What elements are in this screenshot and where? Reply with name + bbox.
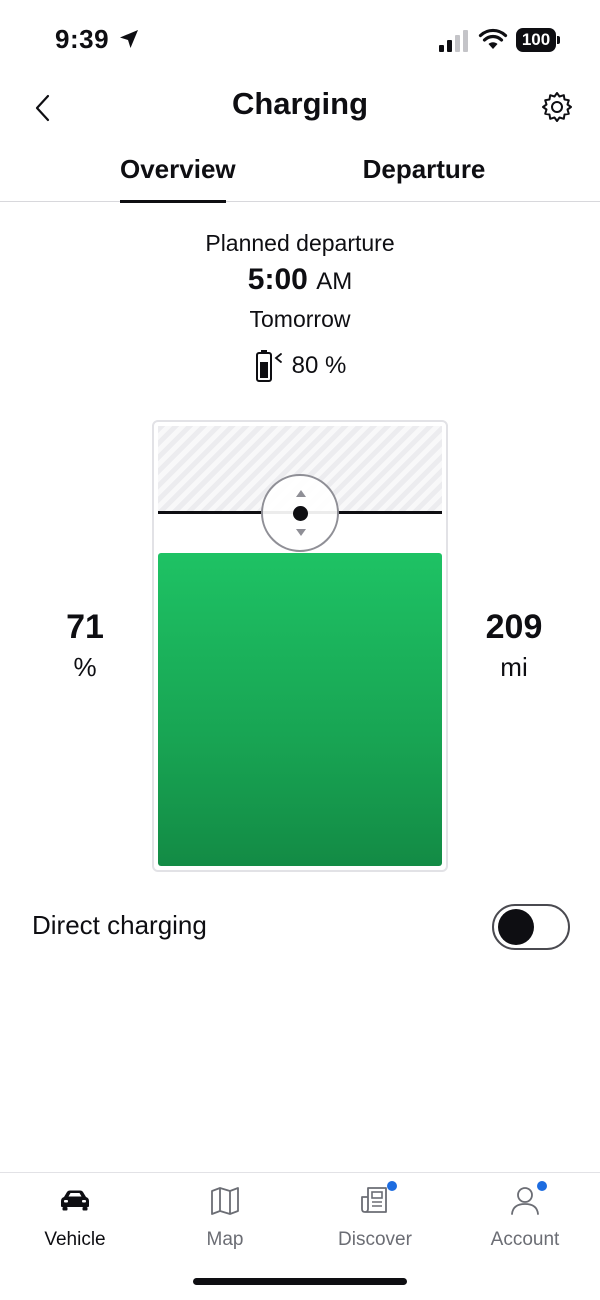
nav-label-map: Map [206, 1229, 244, 1250]
nav-item-vehicle[interactable]: Vehicle [0, 1183, 150, 1263]
nav-item-map[interactable]: Map [150, 1183, 300, 1263]
tab-overview[interactable]: Overview [120, 154, 236, 203]
battery-icon: 100 [516, 28, 560, 52]
cellular-signal-icon [439, 30, 468, 52]
departure-time-ampm: AM [316, 268, 353, 295]
person-icon [507, 1181, 547, 1219]
arrow-up-icon [296, 490, 306, 497]
state-of-charge-unit: % [73, 652, 97, 682]
range-readout: 209 mi [464, 604, 564, 684]
gear-icon[interactable] [540, 90, 574, 124]
nav-label-discover: Discover [338, 1229, 412, 1250]
arrow-down-icon [296, 529, 306, 536]
discover-badge [387, 1181, 397, 1191]
status-bar: 9:39 100 [0, 0, 600, 80]
account-badge [537, 1181, 547, 1191]
home-indicator [193, 1278, 407, 1285]
direct-charging-label: Direct charging [32, 910, 207, 940]
state-of-charge-readout: 71 % [35, 604, 135, 684]
departure-info: Planned departure 5:00 AM Tomorrow 80 % [0, 226, 600, 386]
charge-fill-bar [158, 553, 442, 866]
target-battery-icon [255, 350, 282, 382]
departure-day: Tomorrow [249, 306, 351, 332]
battery-level: 100 [521, 30, 551, 49]
state-of-charge-value: 71 [66, 608, 104, 646]
car-icon [61, 1190, 89, 1211]
nav-item-discover[interactable]: Discover [300, 1181, 450, 1263]
target-charge-slider-handle[interactable] [261, 474, 339, 552]
handle-dot [293, 506, 308, 521]
direct-charging-row: Direct charging [0, 900, 600, 954]
location-arrow-icon [120, 30, 138, 48]
nav-item-account[interactable]: Account [450, 1181, 600, 1263]
range-value: 209 [485, 608, 543, 646]
nav-label-vehicle: Vehicle [44, 1229, 106, 1250]
range-unit: mi [500, 652, 528, 682]
wifi-icon [478, 28, 508, 49]
departure-time-value: 5:00 [247, 263, 308, 296]
departure-label: Planned departure [205, 230, 395, 256]
tab-bar: Overview Departure [0, 148, 600, 203]
page-title: Charging [231, 86, 369, 121]
departure-time: 5:00 AM [0, 260, 600, 302]
target-charge-row: 80 % [0, 346, 600, 386]
direct-charging-toggle[interactable] [492, 904, 570, 950]
status-time: 9:39 [55, 24, 110, 54]
map-icon [211, 1187, 239, 1215]
tab-departure[interactable]: Departure [362, 154, 486, 202]
toggle-knob [498, 909, 534, 945]
header: Charging [0, 80, 600, 140]
nav-label-account: Account [490, 1229, 560, 1250]
charging-screen: 9:39 100 Charging Overview Departure Pla… [0, 0, 600, 1300]
news-icon [357, 1181, 397, 1219]
target-charge-value: 80 % [291, 352, 347, 379]
